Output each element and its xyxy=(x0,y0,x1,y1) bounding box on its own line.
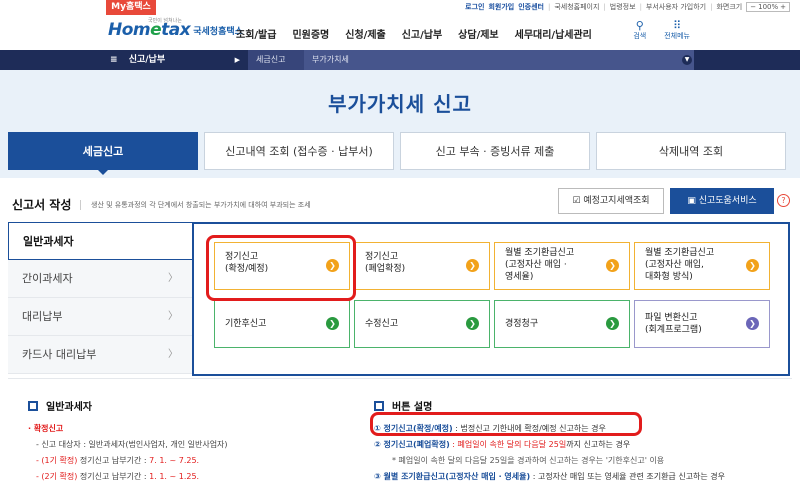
info-heading: 일반과세자 xyxy=(28,398,348,413)
chevron-right-icon: 〉 xyxy=(168,349,178,360)
breadcrumb-level3[interactable]: 부가가치세 xyxy=(304,50,694,70)
breadcrumb: ≡ 신고/납부 ▶ 세금신고 부가가치세 ▼ xyxy=(0,50,800,70)
section-title: 신고서 작성 xyxy=(12,198,72,212)
nav-agent[interactable]: 세무대리/납세관리 xyxy=(515,26,592,41)
divider xyxy=(8,378,792,379)
my-hometax-tab[interactable]: My홈택스 xyxy=(106,0,156,15)
info-line: - (1기 확정) 정기신고 납부기간 : 7. 1. ~ 7.25. xyxy=(36,456,200,465)
highlight-box xyxy=(370,412,642,436)
nav-consulting[interactable]: 상담/제보 xyxy=(458,26,498,41)
arrow-right-icon: ❯ xyxy=(326,317,339,330)
square-icon xyxy=(28,400,38,411)
top-links: 로그인 회원가입 인증센터 | 국세청홈페이지 | 법령정보 | 부서사용자 가… xyxy=(465,2,790,12)
chevron-down-icon[interactable]: ▼ xyxy=(682,55,692,65)
preview-tax-button[interactable]: ☑ 예정고지세액조회 xyxy=(558,188,664,214)
law-info-link[interactable]: 법령정보 xyxy=(610,2,636,12)
nts-homepage-link[interactable]: 국세청홈페이지 xyxy=(554,2,599,12)
breadcrumb-level1[interactable]: ≡ 신고/납부 ▶ xyxy=(100,50,248,70)
menu-card-proxy-payment[interactable]: 카드사 대리납부 〉 xyxy=(8,336,192,374)
search-label: 검색 xyxy=(633,32,647,40)
arrow-right-icon: ❯ xyxy=(466,259,479,272)
all-menu-button[interactable]: ⠿ 전체메뉴 xyxy=(664,20,690,41)
zoom-in-icon[interactable]: + xyxy=(780,3,786,11)
section-description: 생산 및 유통과정의 각 단계에서 창출되는 부가가치에 대하여 부과되는 조세 xyxy=(80,200,311,210)
zoom-value: 100% xyxy=(758,3,779,11)
tab-filing-history[interactable]: 신고내역 조회 (접수증 · 납부서) xyxy=(204,132,394,170)
taxpayer-type-menu: 일반과세자 간이과세자 〉 대리납부 〉 카드사 대리납부 〉 xyxy=(8,222,192,374)
arrow-right-icon: ❯ xyxy=(746,259,759,272)
logo-tagline: 국민이 넘쳐나는 xyxy=(148,18,182,24)
divider: | xyxy=(639,3,642,11)
search-button[interactable]: ⚲ 검색 xyxy=(633,20,646,41)
header-icons: ⚲ 검색 ⠿ 전체메뉴 xyxy=(633,20,690,41)
site-header: 국민이 넘쳐나는 Hometax 국세청홈택스 조회/발급 민원증명 신청/제출… xyxy=(0,16,800,50)
info-line: - (2기 확정) 정기신고 납부기간 : 1. 1. ~ 1.25. xyxy=(36,472,200,481)
tab-attachments[interactable]: 신고 부속 · 증빙서류 제출 xyxy=(400,132,590,170)
all-menu-label: 전체메뉴 xyxy=(664,32,690,40)
highlight-box xyxy=(206,235,356,301)
tab-tax-filing[interactable]: 세금신고 xyxy=(8,132,198,175)
square-icon xyxy=(374,400,384,411)
card-monthly-refund[interactable]: 월별 조기환급신고 (고정자산 매입 · 영세율) ❯ xyxy=(494,242,630,290)
menu-general-taxpayer[interactable]: 일반과세자 xyxy=(8,222,192,260)
info-line: - 신고 대상자 : 일반과세자(법인사업자, 개인 일반사업자) xyxy=(36,440,228,449)
book-icon: ▣ xyxy=(687,196,699,206)
divider: | xyxy=(603,3,606,11)
divider: | xyxy=(547,3,551,11)
help-icon[interactable]: ? xyxy=(777,194,790,207)
main-nav: 조회/발급 민원증명 신청/제출 신고/납부 상담/제보 세무대리/납세관리 xyxy=(236,26,592,41)
breadcrumb-level1-label: 신고/납부 xyxy=(128,55,166,65)
screen-size-label: 화면크기 xyxy=(716,3,743,11)
description-line: ③ 월별 조기환급신고(고정자산 매입 · 영세율) : 고정자산 매입 또는 … xyxy=(374,472,726,481)
menu-proxy-payment[interactable]: 대리납부 〉 xyxy=(8,298,192,336)
card-monthly-refund-interactive[interactable]: 월별 조기환급신고 (고정자산 매입, 대화형 방식) ❯ xyxy=(634,242,770,290)
page-tabs: 세금신고 신고내역 조회 (접수증 · 납부서) 신고 부속 · 증빙서류 제출… xyxy=(8,132,786,175)
caret-right-icon: ▶ xyxy=(234,56,240,64)
grid-menu-icon: ⠿ xyxy=(673,19,682,32)
hamburger-icon: ≡ xyxy=(110,55,118,65)
chevron-right-icon: 〉 xyxy=(168,273,178,284)
cert-center-link[interactable]: 인증센터 xyxy=(518,2,544,12)
zoom-control[interactable]: − 100% + xyxy=(746,2,790,12)
nav-inquiry[interactable]: 조회/발급 xyxy=(236,26,276,41)
nav-filing[interactable]: 신고/납부 xyxy=(402,26,442,41)
tab-deleted-history[interactable]: 삭제내역 조회 xyxy=(596,132,786,170)
card-closure-filing[interactable]: 정기신고 (폐업확정) ❯ xyxy=(354,242,490,290)
description-heading: 버튼 설명 xyxy=(374,398,794,413)
description-note: * 폐업일이 속한 달의 다음달 25일을 경과하여 신고하는 경우는 '기한후… xyxy=(392,456,665,465)
card-late-filing[interactable]: 기한후신고 ❯ xyxy=(214,300,350,348)
card-file-conversion[interactable]: 파일 변환신고 (회계프로그램) ❯ xyxy=(634,300,770,348)
chevron-right-icon: 〉 xyxy=(168,311,178,322)
nav-certificates[interactable]: 민원증명 xyxy=(292,26,329,41)
card-correction-claim[interactable]: 경정청구 ❯ xyxy=(494,300,630,348)
arrow-right-icon: ❯ xyxy=(606,317,619,330)
arrow-right-icon: ❯ xyxy=(466,317,479,330)
breadcrumb-level2[interactable]: 세금신고 xyxy=(248,50,304,70)
top-bar: My홈택스 로그인 회원가입 인증센터 | 국세청홈페이지 | 법령정보 | 부… xyxy=(0,0,800,16)
arrow-right-icon: ❯ xyxy=(746,317,759,330)
checkbox-icon: ☑ xyxy=(572,196,584,206)
signup-link[interactable]: 회원가입 xyxy=(488,2,514,12)
general-taxpayer-info: 일반과세자 · 확정신고 - 신고 대상자 : 일반과세자(법인사업자, 개인 … xyxy=(28,398,348,487)
nav-application[interactable]: 신청/제출 xyxy=(345,26,385,41)
info-item: · 확정신고 xyxy=(28,424,64,433)
card-amended-filing[interactable]: 수정신고 ❯ xyxy=(354,300,490,348)
divider: | xyxy=(710,3,713,11)
page-title: 부가가치세 신고 xyxy=(328,92,472,116)
dept-user-signup-link[interactable]: 부서사용자 가입하기 xyxy=(646,2,706,12)
page-hero: 부가가치세 신고 세금신고 신고내역 조회 (접수증 · 납부서) 신고 부속 … xyxy=(0,70,800,178)
login-link[interactable]: 로그인 xyxy=(465,2,484,12)
hometax-logo[interactable]: 국민이 넘쳐나는 Hometax 국세청홈택스 xyxy=(108,18,243,40)
filing-help-button[interactable]: ▣ 신고도움서비스 xyxy=(670,188,774,214)
description-line: ② 정기신고(폐업확정) : 폐업일이 속한 달의 다음달 25일까지 신고하는… xyxy=(374,440,631,449)
menu-simplified-taxpayer[interactable]: 간이과세자 〉 xyxy=(8,260,192,298)
search-icon: ⚲ xyxy=(635,19,644,32)
zoom-out-icon[interactable]: − xyxy=(750,3,756,11)
arrow-right-icon: ❯ xyxy=(606,259,619,272)
